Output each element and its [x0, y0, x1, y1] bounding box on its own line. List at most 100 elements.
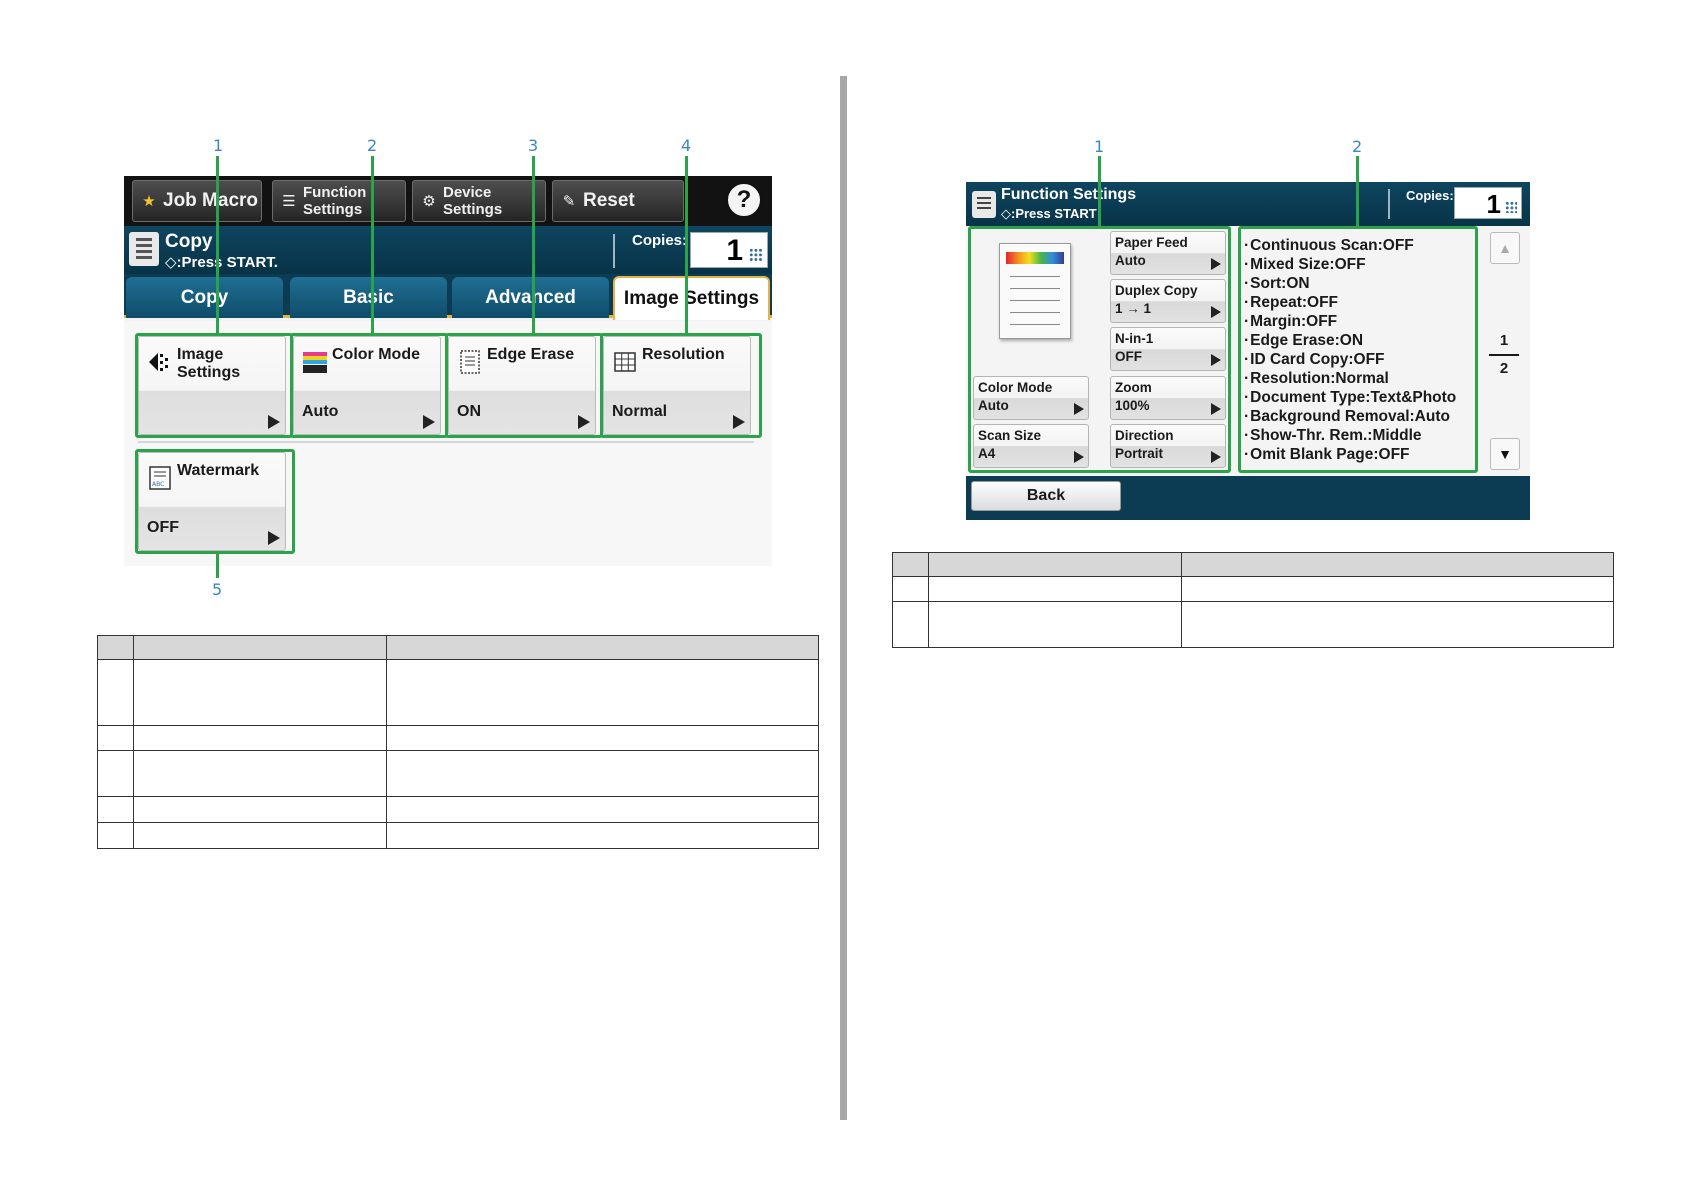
keypad-icon: [749, 248, 763, 262]
table-row: [892, 601, 1614, 648]
tab-copy[interactable]: Copy: [126, 277, 283, 318]
arrow-right-icon: [268, 531, 280, 545]
pencil-slash-icon: ✎: [562, 193, 576, 210]
page-divider: [840, 76, 847, 1120]
list-item: Resolution:Normal: [1244, 369, 1474, 388]
tab-advanced[interactable]: Advanced: [452, 277, 609, 318]
color-mode-button[interactable]: Color Mode Auto: [293, 336, 441, 435]
start-hint: ◇:Press START.: [165, 254, 278, 271]
scan-size-title: Scan Size: [978, 428, 1042, 443]
row-separator: [138, 441, 754, 443]
list-icon: ☰: [282, 193, 296, 210]
fraction-line: [1489, 354, 1519, 356]
reset-button[interactable]: ✎ Reset: [552, 180, 684, 222]
callout-line-r1: [1098, 156, 1101, 226]
text-line: [1010, 324, 1060, 325]
list-item: Show-Thr. Rem.:Middle: [1244, 426, 1474, 445]
copies-input[interactable]: 1: [690, 232, 768, 268]
back-button[interactable]: Back: [971, 481, 1121, 511]
image-settings-button[interactable]: Image Settings: [138, 336, 286, 435]
device-settings-label: Device Settings: [443, 184, 503, 218]
scan-size-button[interactable]: Scan Size A4: [973, 424, 1089, 468]
gear-icon: ⚙: [422, 193, 436, 210]
scan-size-value: A4: [978, 446, 996, 461]
paper-feed-value: Auto: [1115, 253, 1146, 268]
n-in-1-title: N-in-1: [1115, 331, 1154, 346]
callout-line-2: [371, 156, 374, 333]
list-item: Omit Blank Page:OFF: [1244, 445, 1474, 464]
callout-line-1: [216, 156, 219, 333]
copies-label: Copies:: [632, 232, 688, 249]
function-settings-screen: Function Settings ◇:Press START Copies: …: [966, 182, 1530, 520]
text-line: [1010, 312, 1060, 313]
callout-line-r2: [1356, 156, 1359, 226]
list-item: ID Card Copy:OFF: [1244, 350, 1474, 369]
arrow-right-icon: [1211, 306, 1221, 318]
page-title: Copy: [165, 231, 213, 252]
paper-feed-title: Paper Feed: [1115, 235, 1188, 250]
reset-label: Reset: [583, 190, 635, 211]
edge-erase-button[interactable]: Edge Erase ON: [448, 336, 596, 435]
direction-button[interactable]: Direction Portrait: [1110, 424, 1226, 468]
list-item: Mixed Size:OFF: [1244, 255, 1474, 274]
scroll-up-button[interactable]: ▲: [1490, 232, 1520, 264]
function-settings-button[interactable]: ☰ Function Settings: [272, 180, 406, 222]
right-description-table: [892, 552, 1614, 648]
list-item: Sort:ON: [1244, 274, 1474, 293]
triangle-down-icon: ▼: [1498, 446, 1512, 462]
header-separator: [613, 234, 615, 268]
tab-image-settings[interactable]: Image Settings: [613, 276, 770, 320]
watermark-title: Watermark: [177, 462, 260, 479]
function-settings-header: Function Settings ◇:Press START Copies: …: [966, 182, 1530, 226]
list-item: Document Type:Text&Photo: [1244, 388, 1474, 407]
text-line: [1010, 300, 1060, 301]
zoom-button[interactable]: Zoom 100%: [1110, 376, 1226, 420]
arrow-right-icon: [578, 415, 590, 429]
color-mode-button[interactable]: Color Mode Auto: [973, 376, 1089, 420]
list-item: Continuous Scan:OFF: [1244, 236, 1474, 255]
zoom-title: Zoom: [1115, 380, 1152, 395]
keypad-icon: [1505, 201, 1517, 213]
color-mode-value: Auto: [302, 403, 339, 420]
arrow-right-icon: [1211, 258, 1221, 270]
scroll-down-button[interactable]: ▼: [1490, 438, 1520, 470]
callout-line-4: [685, 156, 688, 333]
copies-input[interactable]: 1: [1454, 187, 1522, 219]
function-grid: Image Settings Color Mode Auto Edge Eras…: [124, 321, 772, 566]
n-in-1-button[interactable]: N-in-1 OFF: [1110, 327, 1226, 371]
arrow-right-icon: [1211, 354, 1221, 366]
n-in-1-value: OFF: [1115, 349, 1142, 364]
svg-text:ABC: ABC: [152, 481, 164, 488]
function-settings-icon: [972, 191, 996, 218]
color-mode-title: Color Mode: [978, 380, 1053, 395]
callout-number-2: 2: [367, 136, 378, 155]
top-toolbar: ★ Job Macro ☰ Function Settings ⚙ Device…: [124, 176, 772, 226]
duplex-copy-button[interactable]: Duplex Copy 1 → 1: [1110, 279, 1226, 323]
job-macro-label: Job Macro: [163, 190, 259, 211]
watermark-button[interactable]: ABC Watermark OFF: [138, 452, 286, 551]
table-row: [97, 725, 819, 751]
watermark-value: OFF: [147, 519, 179, 536]
table-header-row: [97, 635, 819, 660]
device-settings-button[interactable]: ⚙ Device Settings: [412, 180, 546, 222]
edge-erase-title: Edge Erase: [487, 346, 575, 363]
start-hint: ◇:Press START: [1001, 206, 1097, 221]
list-item: Background Removal:Auto: [1244, 407, 1474, 426]
duplex-copy-value: 1 → 1: [1115, 301, 1152, 316]
page-title: Function Settings: [1001, 186, 1137, 203]
help-button[interactable]: ?: [726, 182, 762, 218]
settings-summary-list: Continuous Scan:OFF Mixed Size:OFF Sort:…: [1244, 236, 1474, 464]
table-row: [97, 659, 819, 726]
image-settings-title: Image Settings: [177, 346, 241, 381]
list-item: Edge Erase:ON: [1244, 331, 1474, 350]
job-macro-button[interactable]: ★ Job Macro: [132, 180, 262, 222]
copy-image-settings-screen: ★ Job Macro ☰ Function Settings ⚙ Device…: [124, 176, 772, 566]
direction-title: Direction: [1115, 428, 1174, 443]
text-line: [1010, 288, 1060, 289]
triangle-up-icon: ▲: [1498, 240, 1512, 256]
resolution-button[interactable]: Resolution Normal: [603, 336, 751, 435]
arrow-right-icon: [1211, 451, 1221, 463]
paper-feed-button[interactable]: Paper Feed Auto: [1110, 231, 1226, 275]
resolution-title: Resolution: [642, 346, 725, 363]
tab-basic[interactable]: Basic: [290, 277, 447, 318]
